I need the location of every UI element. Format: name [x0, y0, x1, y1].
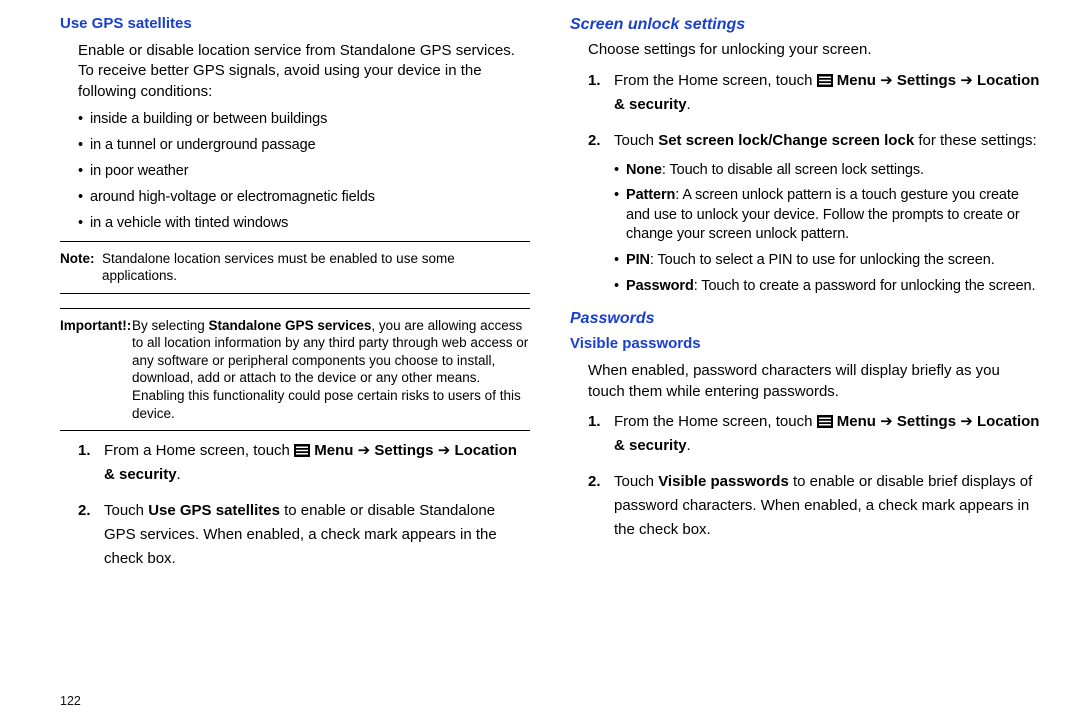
- step2-post: for these settings:: [914, 132, 1037, 149]
- list-item: in poor weather: [78, 161, 530, 181]
- menu-label: Menu: [837, 72, 876, 89]
- step-1: From the Home screen, touch Menu ➔ Setti…: [588, 69, 1040, 117]
- step1-pre: From a Home screen, touch: [104, 442, 294, 459]
- arrow-icon: ➔: [880, 69, 893, 93]
- lock-options: None: Touch to disable all screen lock s…: [614, 161, 1040, 296]
- heading-visible: Visible passwords: [570, 334, 1040, 355]
- step-2: Touch Visible passwords to enable or dis…: [588, 470, 1040, 542]
- opt-pattern-b: Pattern: [626, 187, 675, 203]
- step2-pre: Touch: [614, 132, 658, 149]
- important-text: By selecting Standalone GPS services, yo…: [132, 317, 530, 422]
- arrow-icon: ➔: [960, 69, 973, 93]
- list-item: Password: Touch to create a password for…: [614, 277, 1040, 297]
- important-label: Important!:: [60, 317, 132, 422]
- arrow-icon: ➔: [960, 410, 973, 434]
- arrow-icon: ➔: [880, 410, 893, 434]
- list-item: None: Touch to disable all screen lock s…: [614, 161, 1040, 181]
- manual-page: Use GPS satellites Enable or disable loc…: [0, 0, 1080, 720]
- step2-pre: Touch: [104, 502, 148, 519]
- gps-conditions-list: inside a building or between buildings i…: [78, 109, 530, 233]
- step-1: From the Home screen, touch Menu ➔ Setti…: [588, 410, 1040, 458]
- menu-label: Menu: [314, 442, 353, 459]
- step-2: Touch Use GPS satellites to enable or di…: [78, 499, 530, 571]
- step1-pre: From the Home screen, touch: [614, 413, 817, 430]
- page-number: 122: [60, 693, 81, 710]
- note-label: Note:: [60, 250, 102, 285]
- divider: [60, 308, 530, 309]
- menu-icon: [817, 412, 833, 425]
- important-bold: Standalone GPS services: [209, 318, 372, 333]
- note-box: Note: Standalone location services must …: [60, 250, 530, 285]
- settings-label: Settings: [897, 413, 956, 430]
- arrow-icon: ➔: [358, 439, 371, 463]
- menu-label: Menu: [837, 413, 876, 430]
- important-pre: By selecting: [132, 318, 209, 333]
- heading-unlock: Screen unlock settings: [570, 14, 1040, 36]
- unlock-intro: Choose settings for unlocking your scree…: [588, 40, 1040, 61]
- opt-pw-b: Password: [626, 278, 694, 294]
- step1-pre: From the Home screen, touch: [614, 72, 817, 89]
- settings-label: Settings: [897, 72, 956, 89]
- visible-intro: When enabled, password characters will d…: [588, 361, 1040, 402]
- list-item: in a vehicle with tinted windows: [78, 213, 530, 233]
- settings-label: Settings: [374, 442, 433, 459]
- list-item: inside a building or between buildings: [78, 109, 530, 129]
- step2-bold: Set screen lock/Change screen lock: [658, 132, 914, 149]
- list-item: Pattern: A screen unlock pattern is a to…: [614, 186, 1040, 245]
- important-post: , you are allowing access to all locatio…: [132, 318, 528, 421]
- opt-pin-b: PIN: [626, 252, 650, 268]
- heading-passwords: Passwords: [570, 308, 1040, 330]
- opt-none-b: None: [626, 162, 662, 178]
- right-column: Screen unlock settings Choose settings f…: [570, 14, 1040, 710]
- list-item: in a tunnel or underground passage: [78, 135, 530, 155]
- visible-steps: From the Home screen, touch Menu ➔ Setti…: [588, 410, 1040, 542]
- opt-pattern-t: : A screen unlock pattern is a touch ges…: [626, 187, 1020, 242]
- opt-pw-t: : Touch to create a password for unlocki…: [694, 278, 1036, 294]
- step2-bold: Visible passwords: [658, 473, 789, 490]
- opt-pin-t: : Touch to select a PIN to use for unloc…: [650, 252, 995, 268]
- note-text: Standalone location services must be ena…: [102, 250, 530, 285]
- gps-steps: From a Home screen, touch Menu ➔ Setting…: [78, 439, 530, 571]
- left-column: Use GPS satellites Enable or disable loc…: [60, 14, 530, 710]
- divider: [60, 430, 530, 431]
- step2-pre: Touch: [614, 473, 658, 490]
- menu-icon: [294, 441, 310, 454]
- opt-none-t: : Touch to disable all screen lock setti…: [662, 162, 924, 178]
- list-item: around high-voltage or electromagnetic f…: [78, 187, 530, 207]
- divider: [60, 293, 530, 294]
- important-box: Important!: By selecting Standalone GPS …: [60, 317, 530, 422]
- list-item: PIN: Touch to select a PIN to use for un…: [614, 251, 1040, 271]
- menu-icon: [817, 71, 833, 84]
- step2-bold: Use GPS satellites: [148, 502, 280, 519]
- step-1: From a Home screen, touch Menu ➔ Setting…: [78, 439, 530, 487]
- step-2: Touch Set screen lock/Change screen lock…: [588, 129, 1040, 296]
- unlock-steps: From the Home screen, touch Menu ➔ Setti…: [588, 69, 1040, 296]
- gps-intro: Enable or disable location service from …: [78, 41, 530, 103]
- arrow-icon: ➔: [438, 439, 451, 463]
- divider: [60, 241, 530, 242]
- heading-gps: Use GPS satellites: [60, 14, 530, 35]
